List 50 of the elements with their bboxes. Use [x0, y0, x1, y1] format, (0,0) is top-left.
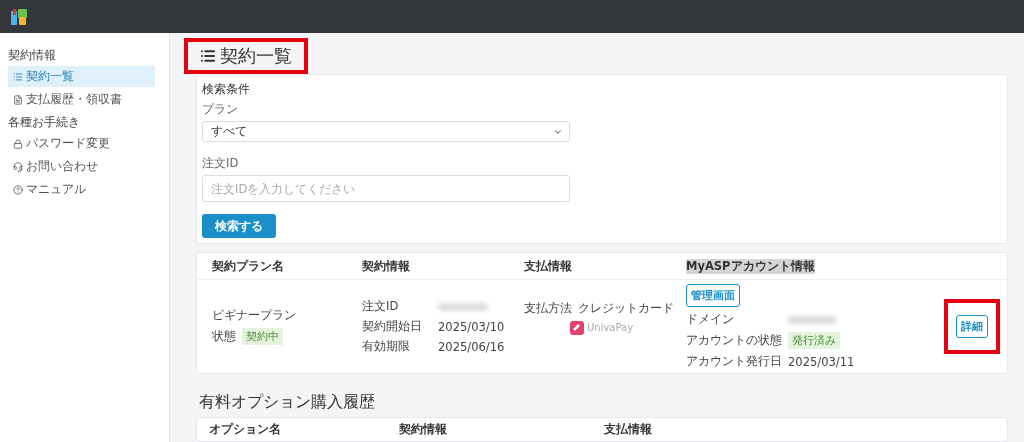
column-header: MyASPアカウント情報: [686, 258, 815, 274]
admin-button[interactable]: 管理画面: [686, 284, 740, 307]
section-title: 有料オプション購入履歴: [199, 392, 376, 413]
info-label: 注文ID: [362, 299, 400, 314]
app-logo: [10, 7, 28, 26]
column-header: 契約情報: [399, 422, 447, 437]
question-icon: [13, 184, 23, 195]
payment-logo-icon: [570, 320, 584, 335]
sidebar-item[interactable]: パスワード変更: [8, 133, 155, 154]
column-header: オプション名: [209, 422, 281, 437]
redacted-value: [438, 302, 488, 311]
plan-select[interactable]: すべて: [202, 121, 570, 142]
sidebar-item[interactable]: マニュアル: [8, 179, 155, 200]
field-label: 注文ID: [202, 156, 240, 171]
info-value: 2025/03/10: [438, 319, 505, 334]
account-status-badge: 発行済み: [788, 332, 840, 349]
payment-method: クレジットカード: [578, 300, 674, 316]
page-title: 契約一覧: [220, 44, 292, 68]
info-label: 有効期限: [362, 339, 411, 354]
column-header: 支払情報: [604, 422, 652, 437]
account-label: アカウント発行日: [686, 354, 782, 369]
account-label: ドメイン: [686, 312, 735, 327]
sidebar-item[interactable]: 契約一覧: [8, 66, 155, 87]
status-badge: 契約中: [242, 328, 283, 345]
payment-logo-text: UnivaPay: [587, 322, 634, 333]
plan-name: ビギナープラン: [212, 308, 297, 323]
column-header: 支払情報: [524, 258, 572, 274]
detail-button[interactable]: 詳細: [956, 315, 988, 338]
column-header: 契約情報: [362, 258, 410, 274]
account-value: 2025/03/11: [788, 354, 855, 369]
sidebar-item[interactable]: お問い合わせ: [8, 156, 155, 177]
list-icon: [13, 71, 23, 82]
list-icon: [200, 48, 216, 64]
payment-label: 支払方法: [524, 300, 572, 316]
redacted-value: [787, 315, 837, 324]
info-value: 2025/06/16: [438, 339, 505, 354]
card-title: 検索条件: [202, 81, 251, 98]
info-label: 契約開始日: [362, 319, 423, 334]
headset-icon: [13, 161, 23, 172]
status-label: 状態: [212, 329, 236, 344]
account-label: アカウントの状態: [686, 333, 782, 348]
document-icon: [13, 94, 23, 105]
sidebar-heading: 各種お手続き: [8, 114, 81, 131]
search-button[interactable]: 検索する: [202, 214, 276, 238]
lock-icon: [13, 138, 23, 149]
column-header: 契約プラン名: [212, 258, 284, 274]
field-label: プラン: [202, 102, 239, 117]
order-id-field[interactable]: 注文IDを入力してください: [202, 175, 570, 202]
sidebar-heading: 契約情報: [8, 47, 57, 64]
sidebar-item[interactable]: 支払履歴・領収書: [8, 89, 155, 110]
